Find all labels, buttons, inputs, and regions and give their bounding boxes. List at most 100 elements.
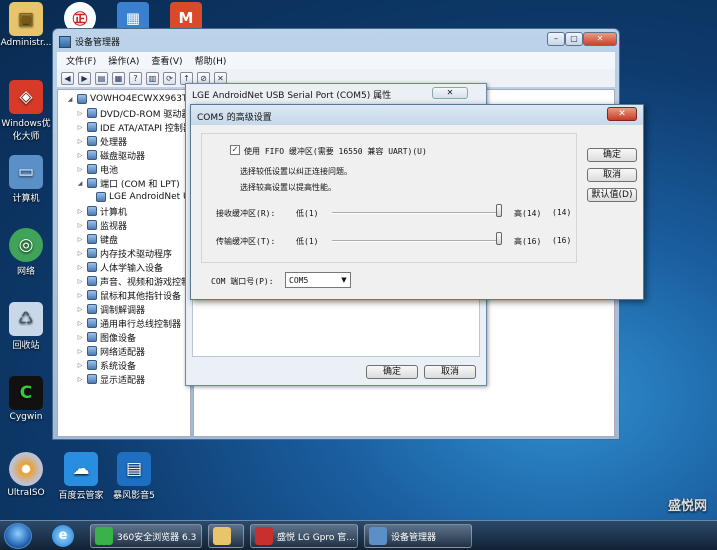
desktop-icon-label: Cygwin	[9, 412, 43, 422]
tree-item-computer-root[interactable]: ◢ VOWHO4ECWXX963T	[66, 92, 187, 106]
tree-item-network[interactable]: ▷ 网络适配器	[76, 344, 145, 358]
collapse-arrow-icon[interactable]: ◢	[66, 96, 74, 103]
expand-arrow-icon[interactable]: ▷	[76, 166, 84, 173]
tree-item-hid[interactable]: ▷ 人体学输入设备	[76, 260, 163, 274]
cygwin-icon: C	[9, 376, 43, 410]
properties-cancel-button[interactable]: 取消	[424, 365, 476, 379]
tree-item-monitor[interactable]: ▷ 监视器	[76, 218, 127, 232]
desktop-icon-baofeng[interactable]: ▤ 暴风影音5	[108, 452, 160, 501]
tree-item-system[interactable]: ▷ 系统设备	[76, 358, 136, 372]
expand-arrow-icon[interactable]: ▷	[76, 236, 84, 243]
tree-item-processor[interactable]: ▷ 处理器	[76, 134, 127, 148]
camera-icon	[87, 332, 97, 342]
task-device-manager[interactable]: 设备管理器	[364, 524, 472, 548]
tree-item-label: 调制解调器	[100, 305, 146, 316]
expand-arrow-icon[interactable]: ▷	[76, 362, 84, 369]
desktop-icon-computer[interactable]: ▭ 计算机	[0, 155, 52, 204]
desktop-icon-network[interactable]: ◎ 网络	[0, 228, 52, 277]
fifo-label: 使用 FIFO 缓冲区(需要 16550 兼容 UART)(U)	[244, 147, 427, 156]
device-tree: ◢ VOWHO4ECWXX963T ▷ DVD/CD-ROM 驱动器 ▷ IDE…	[57, 89, 191, 437]
desktop-icon-ultraiso[interactable]: UltraISO	[0, 452, 52, 498]
expand-arrow-icon[interactable]: ▷	[76, 306, 84, 313]
task-label: 设备管理器	[391, 532, 437, 543]
tree-item-battery[interactable]: ▷ 电池	[76, 162, 118, 176]
tree-item-sound[interactable]: ▷ 声音、视频和游戏控制器	[76, 274, 191, 288]
tree-item-usb[interactable]: ▷ 通用串行总线控制器	[76, 316, 181, 330]
tree-item-label: IDE ATA/ATAPI 控制器	[100, 123, 191, 134]
desktop-icon-cygwin[interactable]: C Cygwin	[0, 376, 52, 422]
desktop-icon-baidu-cloud[interactable]: ☁ 百度云管家	[55, 452, 107, 501]
expand-arrow-icon[interactable]: ▷	[76, 152, 84, 159]
tree-item-mouse[interactable]: ▷ 鼠标和其他指针设备	[76, 288, 181, 302]
maximize-button[interactable]: ▢	[565, 32, 583, 46]
close-button[interactable]: ✕	[583, 32, 617, 46]
start-button[interactable]	[4, 523, 32, 549]
com-port-value: COM5	[289, 275, 309, 285]
show-hide-tree-icon[interactable]: ▤	[95, 71, 108, 85]
forward-icon[interactable]: ▶	[78, 71, 91, 85]
tree-item-ide[interactable]: ▷ IDE ATA/ATAPI 控制器	[76, 120, 191, 134]
site-watermark: 盛悦网	[667, 499, 707, 514]
tree-item-lge-serial-port[interactable]: LGE AndroidNet USB Serial Port (COM5)	[96, 190, 190, 204]
expand-arrow-icon[interactable]: ▷	[76, 250, 84, 257]
menu-file[interactable]: 文件(F)	[61, 53, 101, 68]
transmit-slider-thumb[interactable]	[496, 232, 502, 245]
properties-close-button[interactable]: ✕	[432, 87, 468, 99]
desktop-icon-windows-optimizer[interactable]: ◈ Windows优化大师	[0, 80, 52, 142]
usb-icon	[87, 318, 97, 328]
receive-slider-track[interactable]	[332, 212, 502, 214]
expand-arrow-icon[interactable]: ▷	[76, 376, 84, 383]
fifo-checkbox[interactable]: ✓	[230, 145, 240, 155]
menu-action[interactable]: 操作(A)	[103, 53, 144, 68]
tree-item-dvd[interactable]: ▷ DVD/CD-ROM 驱动器	[76, 106, 190, 120]
tree-item-imaging[interactable]: ▷ 图像设备	[76, 330, 136, 344]
tree-item-label: 声音、视频和游戏控制器	[100, 277, 191, 288]
tree-item-ports[interactable]: ◢ 端口 (COM 和 LPT)	[76, 176, 180, 190]
task-lg-gpro-page[interactable]: 盛悦 LG Gpro 官...	[250, 524, 358, 548]
advanced-close-button[interactable]: ✕	[607, 107, 637, 121]
chevron-down-icon[interactable]: ▼	[338, 273, 350, 287]
processor-icon	[87, 136, 97, 146]
menu-view[interactable]: 查看(V)	[146, 53, 187, 68]
transmit-slider-track[interactable]	[332, 240, 502, 242]
tree-item-keyboard[interactable]: ▷ 键盘	[76, 232, 118, 246]
expand-arrow-icon[interactable]: ▷	[76, 124, 84, 131]
expand-arrow-icon[interactable]: ▷	[76, 334, 84, 341]
tree-item-modem[interactable]: ▷ 调制解调器	[76, 302, 145, 316]
expand-arrow-icon[interactable]: ▷	[76, 110, 84, 117]
task-file-explorer[interactable]	[208, 524, 244, 548]
properties-icon[interactable]: ▦	[112, 71, 125, 85]
ie-icon[interactable]: e	[52, 525, 74, 547]
restore-defaults-button[interactable]: 默认值(D)	[587, 188, 637, 202]
help-icon[interactable]: ?	[129, 71, 142, 85]
minimize-button[interactable]: –	[547, 32, 565, 46]
tree-item-disk[interactable]: ▷ 磁盘驱动器	[76, 148, 145, 162]
desktop-icon-recycle-bin[interactable]: ♺ 回收站	[0, 302, 52, 351]
expand-arrow-icon[interactable]: ▷	[76, 264, 84, 271]
transmit-value: (16)	[552, 236, 572, 245]
window-title: 设备管理器	[75, 38, 121, 48]
expand-arrow-icon[interactable]: ▷	[76, 278, 84, 285]
menu-help[interactable]: 帮助(H)	[190, 53, 232, 68]
tree-item-memory-tech[interactable]: ▷ 内存技术驱动程序	[76, 246, 172, 260]
collapse-arrow-icon[interactable]: ◢	[76, 180, 84, 187]
task-360-browser[interactable]: 360安全浏览器 6.3	[90, 524, 202, 548]
advanced-ok-button[interactable]: 确定	[587, 148, 637, 162]
expand-arrow-icon[interactable]: ▷	[76, 222, 84, 229]
expand-arrow-icon[interactable]: ▷	[76, 320, 84, 327]
view-icon[interactable]: ▥	[146, 71, 159, 85]
com-port-select[interactable]: COM5 ▼	[285, 272, 351, 288]
tree-item-display[interactable]: ▷ 显示适配器	[76, 372, 145, 386]
advanced-cancel-button[interactable]: 取消	[587, 168, 637, 182]
expand-arrow-icon[interactable]: ▷	[76, 292, 84, 299]
expand-arrow-icon[interactable]: ▷	[76, 348, 84, 355]
expand-arrow-icon[interactable]: ▷	[76, 208, 84, 215]
properties-ok-button[interactable]: 确定	[366, 365, 418, 379]
back-icon[interactable]: ◀	[61, 71, 74, 85]
expand-arrow-icon[interactable]: ▷	[76, 138, 84, 145]
scan-hardware-icon[interactable]: ⟳	[163, 71, 176, 85]
desktop-icon-administrator[interactable]: ▣ Administr...	[0, 2, 52, 48]
tree-item-computer[interactable]: ▷ 计算机	[76, 204, 127, 218]
disk-drive-icon	[87, 150, 97, 160]
receive-slider-thumb[interactable]	[496, 204, 502, 217]
